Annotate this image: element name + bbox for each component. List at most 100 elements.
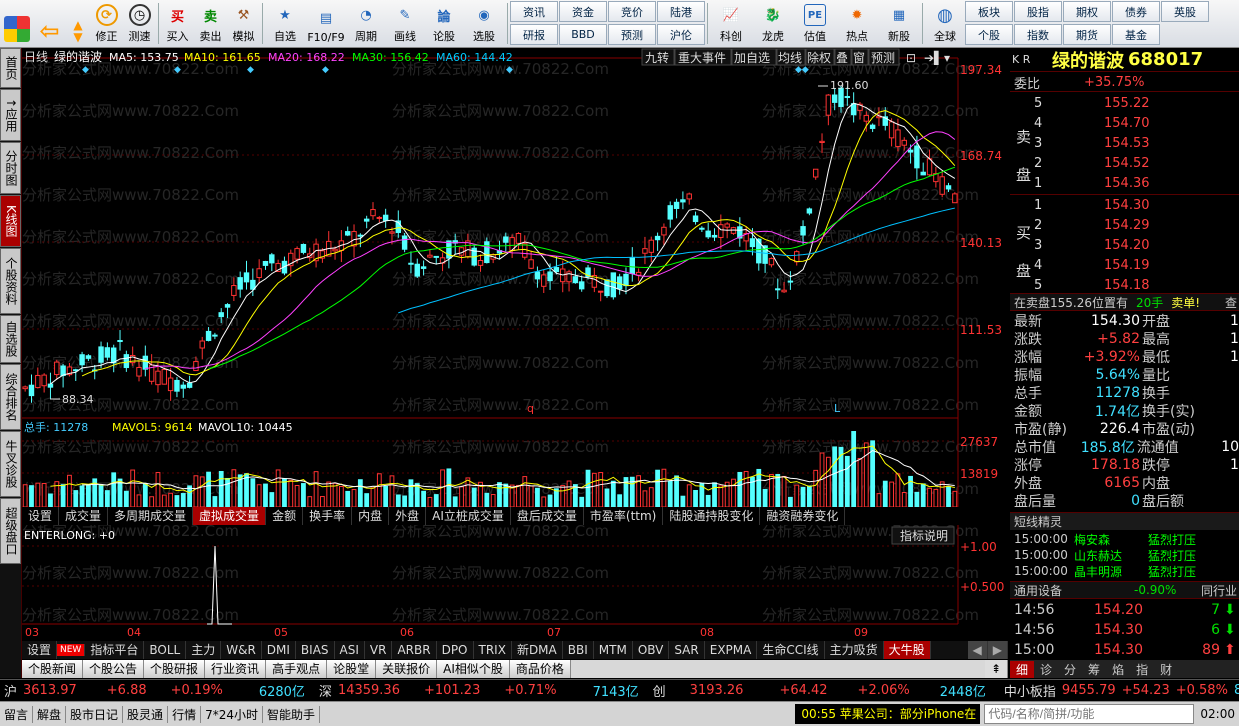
kline-chart-area[interactable]: 分析家公式网www.70822.Com 分析家公式网www.70822.Com 分析… [22, 48, 1008, 641]
toolbar-link-bankuai[interactable]: 板块 [965, 1, 1013, 22]
btab[interactable]: TRIX [474, 641, 512, 659]
status-item[interactable]: 股市日记 [66, 705, 124, 723]
exit-icon[interactable]: ➔▌ [924, 50, 943, 65]
toolbar-link-jijin[interactable]: 基金 [1112, 24, 1160, 45]
btab[interactable]: W&R [221, 641, 262, 659]
btab[interactable]: VR [365, 641, 393, 659]
status-item[interactable]: 解盘 [33, 705, 67, 723]
toolbar-f10-button[interactable]: ▤ F10/F9 [305, 0, 347, 46]
toolbar-link-qiquan[interactable]: 期权 [1063, 1, 1111, 22]
ind-tab[interactable]: 设置 [22, 507, 60, 525]
index-name[interactable]: 创 [653, 681, 666, 700]
notice-button[interactable]: 查 [1225, 294, 1237, 311]
toolbar-link-guzhi[interactable]: 股指 [1014, 1, 1062, 22]
sprite-row[interactable]: 15:00:00 梅安森 猛烈打压 [1010, 531, 1239, 547]
buy-level-row[interactable]: 2 154.29 [1010, 216, 1239, 234]
sector-button[interactable]: 同行业 [1201, 582, 1237, 599]
sprite-row[interactable]: 15:00:00 山东赫达 猛烈打压 [1010, 547, 1239, 563]
sell-level-row[interactable]: 3 154.53 [1010, 134, 1239, 152]
toolbar-draw-button[interactable]: ✎ 画线 [385, 0, 425, 46]
toolbar-sell-button[interactable]: 卖卖出 [194, 0, 227, 46]
toolbar-hot-button[interactable]: ✹ 热点 [836, 0, 878, 46]
news-tab[interactable]: 商品价格 [509, 660, 571, 678]
side-tab-timeshare[interactable]: 分时图 [0, 142, 21, 194]
qtab[interactable]: 分 [1058, 661, 1082, 678]
index-name[interactable]: 中小板指 [1004, 681, 1056, 700]
side-tab-apps[interactable]: ↑应用 [0, 89, 21, 141]
btab[interactable]: ASI [335, 641, 365, 659]
menu-dropdown-icon[interactable]: ▾ [944, 51, 950, 65]
btab[interactable]: ARBR [392, 641, 437, 659]
news-tab[interactable]: 行业资讯 [205, 660, 267, 678]
toolbar-kechuang-button[interactable]: 📈 科创 [710, 0, 752, 46]
ind-tab[interactable]: 多周期成交量 [108, 507, 194, 525]
toolbar-updown-button[interactable]: ▲ ▼ [66, 0, 90, 46]
ind-tab[interactable]: 成交量 [59, 507, 109, 525]
toolbar-link-qihuo[interactable]: 期货 [1063, 24, 1111, 45]
toolbar-link-hulun[interactable]: 沪伦 [657, 24, 705, 45]
index-name[interactable]: 深 [319, 681, 332, 700]
news-tab[interactable]: 个股研报 [144, 660, 206, 678]
btab[interactable]: SAR [669, 641, 705, 659]
side-tab-profile[interactable]: 个股资料 [0, 248, 21, 314]
side-tab-watchlist[interactable]: 自选股 [0, 315, 21, 363]
toolbar-link-zixun[interactable]: 资讯 [510, 1, 558, 22]
toolbar-watchlist-button[interactable]: ★ 自选 [265, 0, 305, 46]
status-item[interactable]: 7*24小时 [201, 705, 263, 723]
toolbar-link-yinggu[interactable]: 英股 [1161, 1, 1209, 22]
ind-tab[interactable]: 盘后成交量 [511, 507, 584, 525]
sell-level-row[interactable]: 1 154.36 [1010, 174, 1239, 192]
ind-tab[interactable]: 外盘 [389, 507, 427, 525]
toolbar-dragon-button[interactable]: 🐉 龙虎 [752, 0, 794, 46]
btab[interactable]: EXPMA [705, 641, 758, 659]
btab[interactable]: BOLL [144, 641, 187, 659]
side-tab-kline[interactable]: K线图 [0, 195, 21, 247]
news-tab[interactable]: 高手观点 [266, 660, 328, 678]
toolbar-lungu-button[interactable]: 論论股 [425, 0, 463, 46]
event-diamond-icon[interactable]: ◆ [174, 65, 181, 75]
sell-level-row[interactable]: 4 154.70 [1010, 114, 1239, 132]
side-tab-home[interactable]: 首页 [0, 48, 21, 88]
qtab[interactable]: 指 [1130, 661, 1154, 678]
btab[interactable]: 主力 [186, 641, 222, 659]
toolbar-link-bbd[interactable]: BBD [559, 24, 607, 45]
toolbar-link-gegu[interactable]: 个股 [965, 24, 1013, 45]
btab-active[interactable]: 大牛股 [883, 641, 931, 659]
event-diamond-icon[interactable]: ◆ [82, 65, 89, 75]
btab[interactable]: DMI [262, 641, 296, 659]
sell-level-row[interactable]: 2 154.52 [1010, 154, 1239, 172]
lock-icon[interactable]: ⊡ [906, 51, 916, 65]
ind-tab[interactable]: 陆股通持股变化 [663, 507, 761, 525]
toolbar-home-button[interactable] [0, 0, 33, 46]
event-diamond-icon[interactable]: ◆◆ [795, 65, 809, 75]
btab[interactable]: BIAS [296, 641, 335, 659]
ind-tab[interactable]: 市盈率(ttm) [584, 507, 664, 525]
ind-tab-active[interactable]: 虚拟成交量 [193, 507, 267, 525]
btab[interactable]: 指标平台 [85, 641, 145, 659]
index-name[interactable]: 沪 [4, 681, 17, 700]
search-input[interactable] [984, 704, 1195, 724]
ind-tab[interactable]: 换手率 [303, 507, 353, 525]
qtab-active[interactable]: 细 [1010, 660, 1035, 678]
ind-tab[interactable]: 融资融券变化 [760, 507, 846, 525]
toolbar-pe-button[interactable]: PE 估值 [794, 0, 836, 46]
status-item[interactable]: 行情 [168, 705, 202, 723]
toolbar-link-zijin[interactable]: 资金 [559, 1, 607, 22]
toolbar-link-lugang[interactable]: 陆港 [657, 1, 705, 22]
toolbar-link-yuce[interactable]: 预测 [608, 24, 656, 45]
btab[interactable]: 主力吸货 [825, 641, 884, 659]
sprite-row[interactable]: 15:00:00 晶丰明源 猛烈打压 [1010, 563, 1239, 579]
ind-tab[interactable]: 金额 [266, 507, 304, 525]
news-ticker[interactable]: 00:55 苹果公司：部分iPhone在 [795, 704, 981, 724]
side-tab-diagnosis[interactable]: 牛叉诊股 [0, 431, 21, 497]
toolbar-back-button[interactable]: ⇦ [33, 0, 66, 46]
news-tab[interactable]: 个股公告 [83, 660, 145, 678]
btab[interactable]: 设置 [22, 641, 58, 659]
qtab[interactable]: 筹 [1082, 661, 1106, 678]
buy-level-row[interactable]: 5 154.18 [1010, 276, 1239, 294]
sell-level-row[interactable]: 5 155.22 [1010, 94, 1239, 112]
btab[interactable]: 生命CCI线 [757, 641, 825, 659]
btab[interactable]: DPO [437, 641, 474, 659]
scroll-right-icon[interactable]: ▶ [987, 641, 1008, 659]
toolbar-link-jingjia[interactable]: 竞价 [608, 1, 656, 22]
